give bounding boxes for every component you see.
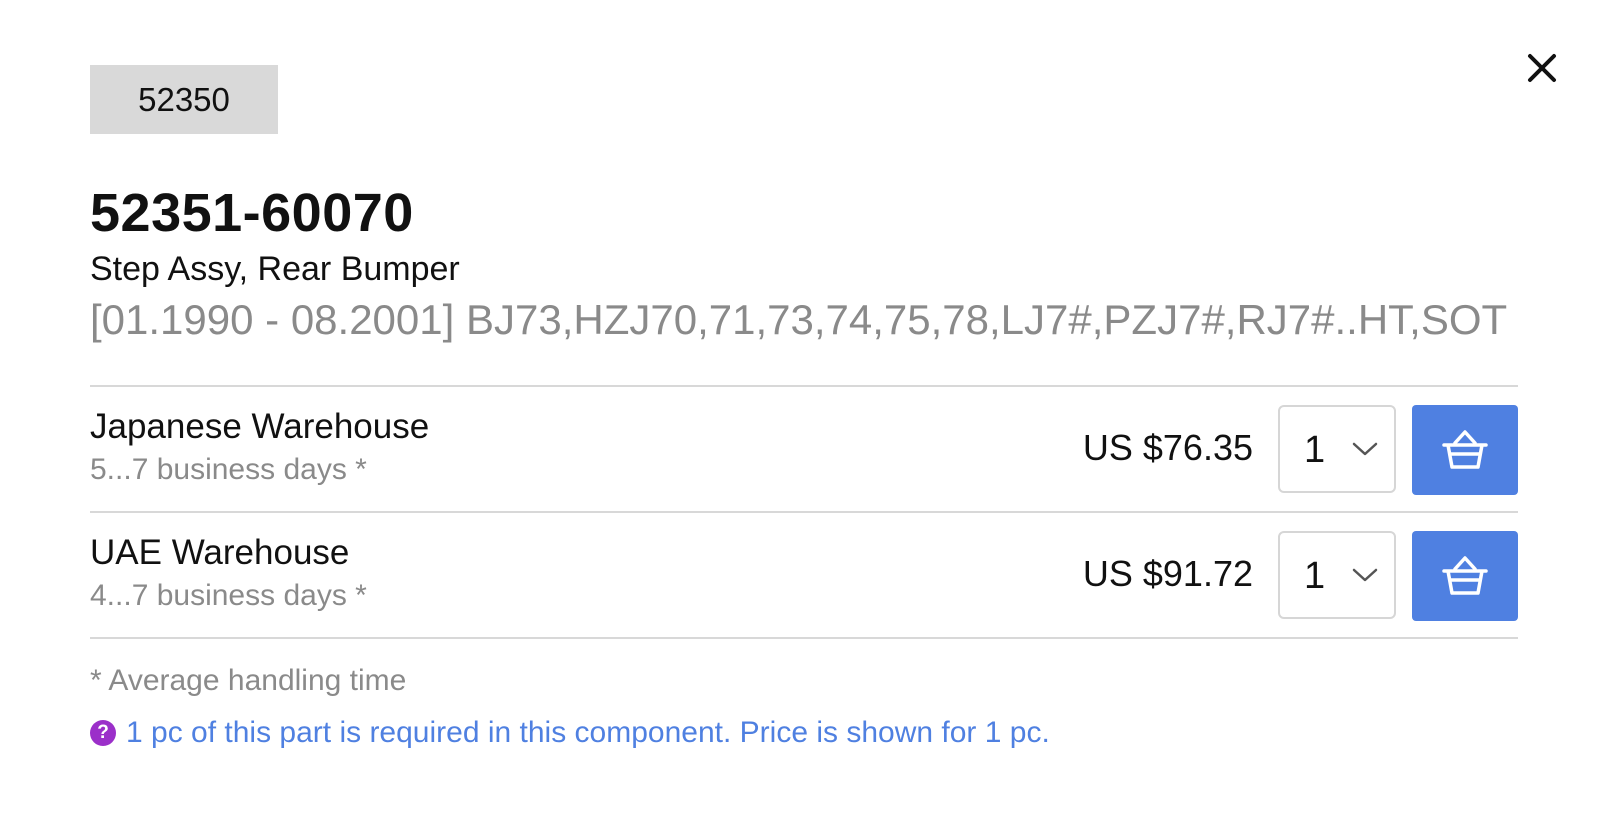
quantity-value: 1: [1304, 429, 1326, 471]
basket-icon: [1442, 430, 1488, 469]
divider: [90, 637, 1518, 639]
offer-row: Japanese Warehouse 5...7 business days *…: [90, 387, 1518, 511]
price: US $76.35: [1082, 427, 1253, 468]
warehouse-name: Japanese Warehouse: [90, 407, 430, 446]
add-to-cart-button[interactable]: [1412, 405, 1518, 495]
delivery-time: 4...7 business days *: [90, 579, 367, 612]
price: US $91.72: [1082, 553, 1253, 594]
warehouse-name: UAE Warehouse: [90, 533, 350, 572]
quantity-select[interactable]: 1: [1278, 531, 1396, 619]
delivery-time: 5...7 business days *: [90, 453, 367, 486]
basket-icon: [1442, 556, 1488, 595]
part-name: Step Assy, Rear Bumper: [90, 250, 460, 288]
quantity-info: ? 1 pc of this part is required in this …: [90, 716, 1050, 750]
chevron-down-icon: [1352, 568, 1378, 582]
part-number: 52351-60070: [90, 183, 414, 243]
offer-row: UAE Warehouse 4...7 business days * US $…: [90, 513, 1518, 637]
close-icon: [1528, 54, 1556, 82]
quantity-select[interactable]: 1: [1278, 405, 1396, 493]
handling-time-note: * Average handling time: [90, 664, 407, 697]
quantity-info-text: 1 pc of this part is required in this co…: [126, 716, 1050, 749]
question-circle-icon: ?: [90, 720, 116, 746]
add-to-cart-button[interactable]: [1412, 531, 1518, 621]
quantity-value: 1: [1304, 555, 1326, 597]
close-button[interactable]: [1524, 50, 1560, 86]
group-tag: 52350: [90, 65, 278, 134]
chevron-down-icon: [1352, 442, 1378, 456]
part-applicability: [01.1990 - 08.2001] BJ73,HZJ70,71,73,74,…: [90, 296, 1508, 343]
